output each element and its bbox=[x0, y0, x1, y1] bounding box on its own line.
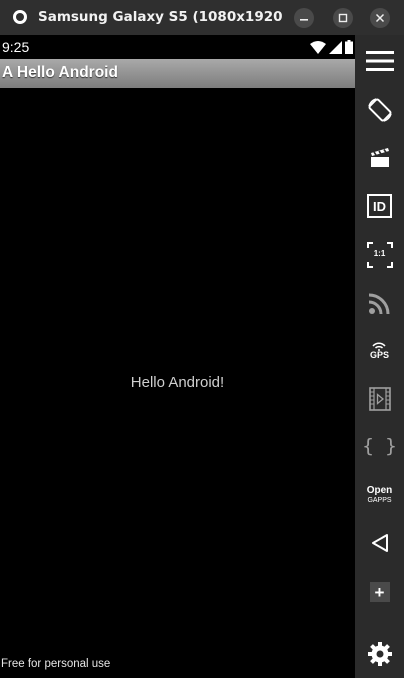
rotate-button[interactable] bbox=[355, 90, 404, 130]
battery-icon bbox=[345, 40, 353, 54]
id-icon: ID bbox=[367, 194, 392, 218]
media-button[interactable] bbox=[355, 379, 404, 419]
maximize-button[interactable] bbox=[333, 8, 353, 28]
app-dot-icon bbox=[13, 10, 27, 24]
wifi-icon bbox=[310, 40, 326, 54]
open-gapps-label-top: Open bbox=[366, 485, 393, 496]
open-gapps-button[interactable]: Open GAPPS bbox=[355, 475, 404, 515]
status-time: 9:25 bbox=[2, 39, 30, 55]
app-action-bar: A Hello Android bbox=[0, 59, 355, 88]
gps-button[interactable]: GPS bbox=[355, 331, 404, 371]
cast-button[interactable] bbox=[355, 283, 404, 323]
plus-label: + bbox=[374, 582, 385, 602]
pixel-perfect-label: 1:1 bbox=[373, 249, 386, 258]
pixel-perfect-button[interactable]: 1:1 bbox=[355, 235, 404, 275]
film-icon bbox=[368, 387, 391, 411]
id-icon-label: ID bbox=[373, 198, 386, 214]
open-gapps-icon: Open GAPPS bbox=[366, 485, 393, 505]
window-title-bar: Samsung Galaxy S5 (1080x1920, 480dpi bbox=[0, 0, 404, 35]
signal-icon bbox=[329, 40, 342, 54]
menu-button[interactable] bbox=[355, 41, 404, 81]
braces-icon: { } bbox=[362, 434, 397, 457]
pixel-perfect-icon: 1:1 bbox=[366, 242, 393, 268]
menu-icon bbox=[365, 51, 394, 71]
maximize-icon bbox=[338, 13, 348, 23]
license-notice: Free for personal use bbox=[1, 658, 111, 670]
device-id-button[interactable]: ID bbox=[355, 186, 404, 226]
settings-icon bbox=[367, 642, 392, 666]
rotate-icon bbox=[367, 98, 392, 122]
hello-text: Hello Android! bbox=[130, 374, 225, 391]
screencast-button[interactable] bbox=[355, 137, 404, 177]
clapperboard-icon bbox=[370, 148, 389, 167]
back-icon bbox=[371, 534, 388, 552]
side-toolbar: ID 1:1 GPS {} Open GAPPS + bbox=[355, 35, 404, 678]
cast-icon bbox=[368, 293, 389, 314]
app-title: A Hello Android bbox=[2, 64, 118, 81]
gps-icon: GPS bbox=[370, 342, 389, 360]
device-screen[interactable]: 9:25 A Hello Android Hello Android! Free… bbox=[0, 35, 355, 678]
settings-button[interactable] bbox=[355, 634, 404, 674]
plus-icon: + bbox=[369, 582, 390, 602]
close-button[interactable] bbox=[370, 8, 390, 28]
close-icon bbox=[375, 13, 385, 23]
minimize-icon bbox=[300, 19, 308, 21]
minimize-button[interactable] bbox=[294, 8, 314, 28]
status-icons bbox=[310, 40, 353, 54]
gps-label: GPS bbox=[369, 350, 389, 360]
api-button[interactable]: { } bbox=[355, 426, 404, 466]
open-gapps-label-bottom: GAPPS bbox=[367, 497, 392, 504]
more-button[interactable]: + bbox=[355, 572, 404, 612]
status-bar: 9:25 bbox=[0, 35, 355, 59]
back-button[interactable] bbox=[355, 523, 404, 563]
window-title: Samsung Galaxy S5 (1080x1920, 480dpi bbox=[38, 9, 282, 25]
